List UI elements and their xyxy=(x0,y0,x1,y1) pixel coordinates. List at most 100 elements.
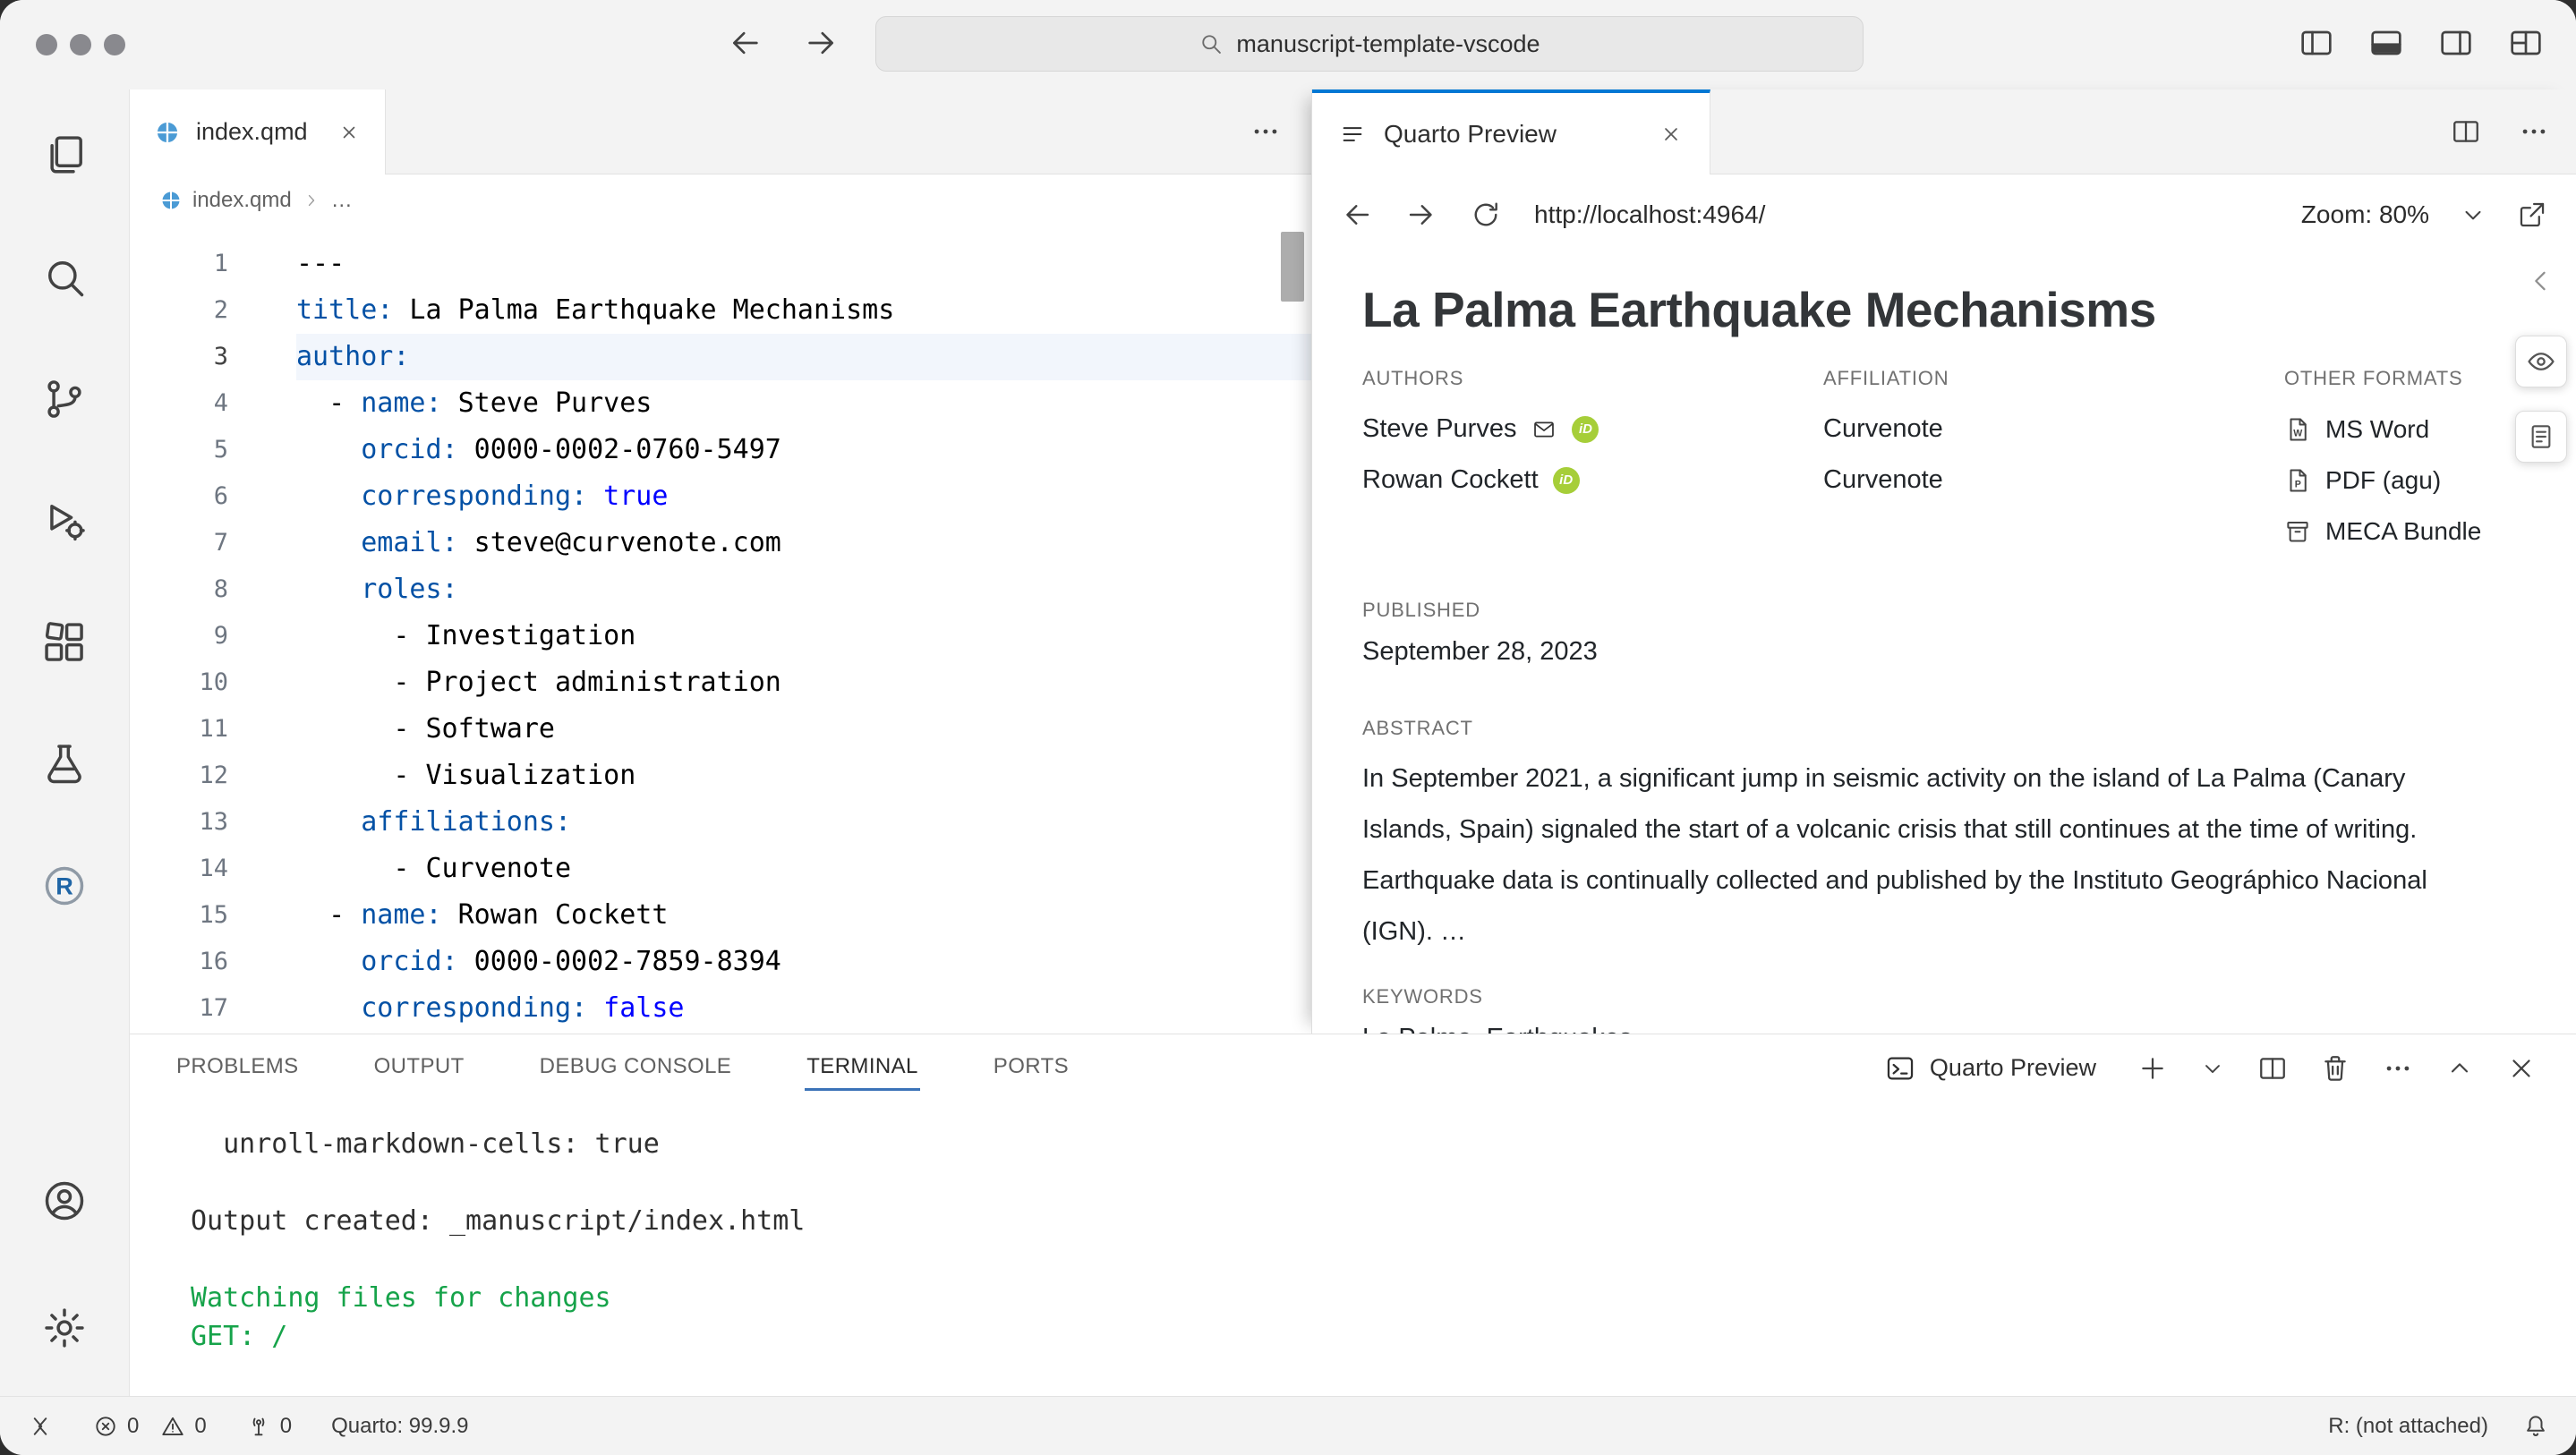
breadcrumb: index.qmd … xyxy=(130,174,1311,226)
note-icon[interactable] xyxy=(2515,411,2567,463)
format-label: MS Word xyxy=(2325,415,2429,444)
keywords-label: KEYWORDS xyxy=(1362,984,2522,1009)
tab-quarto-preview[interactable]: Quarto Preview xyxy=(1312,89,1710,174)
minimize-window-button[interactable] xyxy=(70,34,91,55)
refresh-icon[interactable] xyxy=(1470,199,1502,231)
panel-tab-terminal[interactable]: TERMINAL xyxy=(805,1045,920,1091)
code-line[interactable]: roles: xyxy=(296,566,1311,613)
code-line[interactable]: - Project administration xyxy=(296,659,1311,706)
tab-index-qmd[interactable]: index.qmd xyxy=(130,89,386,174)
close-tab-icon[interactable] xyxy=(1659,123,1683,146)
toggle-primary-sidebar-icon[interactable] xyxy=(2299,25,2334,61)
code-line[interactable]: email: steve@curvenote.com xyxy=(296,520,1311,566)
zoom-control[interactable]: Zoom: 80% xyxy=(2301,200,2429,229)
code-line[interactable]: - name: Rowan Cockett xyxy=(296,892,1311,939)
code-line[interactable]: - Software xyxy=(296,706,1311,753)
terminal-line xyxy=(191,1240,2576,1279)
split-terminal-icon[interactable] xyxy=(2257,1053,2288,1084)
mail-icon[interactable] xyxy=(1531,418,1557,441)
zoom-window-button[interactable] xyxy=(104,34,125,55)
terminal-process-item[interactable]: Quarto Preview xyxy=(1885,1053,2096,1084)
bell-icon[interactable] xyxy=(2522,1413,2549,1440)
code-line[interactable]: - name: Steve Purves xyxy=(296,380,1311,427)
close-window-button[interactable] xyxy=(36,34,57,55)
panel-tab-ports[interactable]: PORTS xyxy=(992,1045,1070,1091)
r-status[interactable]: R: (not attached) xyxy=(2328,1414,2488,1439)
testing-icon[interactable] xyxy=(20,719,109,809)
editor-more-actions-icon[interactable] xyxy=(1250,116,1281,147)
more-actions-icon[interactable] xyxy=(2519,116,2549,147)
orcid-icon[interactable]: iD xyxy=(1572,416,1599,443)
line-number: 5 xyxy=(130,427,228,473)
code-line[interactable]: - Visualization xyxy=(296,753,1311,799)
split-editor-icon[interactable] xyxy=(2451,116,2481,147)
run-and-debug-icon[interactable] xyxy=(20,476,109,566)
format-label: MECA Bundle xyxy=(2325,517,2481,546)
panel-tab-output[interactable]: OUTPUT xyxy=(372,1045,466,1091)
customize-layout-icon[interactable] xyxy=(2508,25,2544,61)
close-panel-icon[interactable] xyxy=(2506,1053,2537,1084)
open-external-icon[interactable] xyxy=(2517,200,2547,230)
eye-icon[interactable] xyxy=(2515,336,2567,387)
new-terminal-icon[interactable] xyxy=(2137,1053,2168,1084)
format-link[interactable]: W MS Word xyxy=(2284,404,2522,455)
code-editor[interactable]: 1234567891011121314151617 ---title: La P… xyxy=(130,226,1311,1034)
code-line[interactable]: - Investigation xyxy=(296,613,1311,659)
svg-text:W: W xyxy=(2293,428,2302,438)
format-label: PDF (agu) xyxy=(2325,466,2441,495)
remote-icon[interactable] xyxy=(27,1413,54,1440)
back-arrow-icon[interactable] xyxy=(727,25,763,61)
breadcrumb-item-file[interactable]: index.qmd xyxy=(192,188,292,213)
forward-arrow-icon[interactable] xyxy=(804,25,840,61)
orcid-icon[interactable]: iD xyxy=(1553,467,1580,494)
extensions-icon[interactable] xyxy=(20,598,109,687)
chevron-left-icon[interactable] xyxy=(2526,266,2556,296)
ports-status[interactable]: 0 xyxy=(246,1414,292,1439)
problems-status[interactable]: 0 0 xyxy=(93,1414,207,1439)
close-tab-icon[interactable] xyxy=(338,122,360,143)
format-link[interactable]: MECA Bundle xyxy=(2284,506,2522,557)
toggle-panel-icon[interactable] xyxy=(2368,25,2404,61)
panel-tab-problems[interactable]: PROBLEMS xyxy=(175,1045,301,1091)
maximize-panel-icon[interactable] xyxy=(2445,1054,2474,1083)
back-arrow-icon[interactable] xyxy=(1341,199,1373,231)
panel-header: PROBLEMS OUTPUT DEBUG CONSOLE TERMINAL PORTS… xyxy=(130,1034,2576,1102)
code-line[interactable]: orcid: 0000-0002-7859-8394 xyxy=(296,939,1311,985)
toggle-secondary-sidebar-icon[interactable] xyxy=(2438,25,2474,61)
kill-terminal-icon[interactable] xyxy=(2320,1053,2350,1084)
source-control-icon[interactable] xyxy=(20,354,109,444)
quarto-version-status[interactable]: Quarto: 99.9.9 xyxy=(331,1414,468,1439)
code-line[interactable]: corresponding: false xyxy=(296,985,1311,1032)
code-line[interactable]: orcid: 0000-0002-0760-5497 xyxy=(296,427,1311,473)
explorer-icon[interactable] xyxy=(20,111,109,200)
warning-count: 0 xyxy=(194,1414,206,1439)
vscode-window: manuscript-template-vscode xyxy=(0,0,2576,1455)
breadcrumb-item-more[interactable]: … xyxy=(331,188,353,213)
terminal-output[interactable]: unroll-markdown-cells: true Output creat… xyxy=(130,1102,2576,1356)
forward-arrow-icon[interactable] xyxy=(1405,199,1437,231)
activity-bar: R xyxy=(0,89,130,1396)
author-row: Steve PurvesiD xyxy=(1362,404,1823,455)
terminal-dropdown-icon[interactable] xyxy=(2200,1056,2225,1081)
code-line[interactable]: title: La Palma Earthquake Mechanisms xyxy=(296,287,1311,334)
author-affiliation: Curvenote xyxy=(1823,404,2284,455)
panel-tab-debug-console[interactable]: DEBUG CONSOLE xyxy=(538,1045,734,1091)
line-number: 15 xyxy=(130,892,228,939)
editor-scrollbar-thumb[interactable] xyxy=(1281,232,1304,302)
code-line[interactable]: author: xyxy=(296,334,1311,380)
code-line[interactable]: - Curvenote xyxy=(296,846,1311,892)
r-language-icon[interactable]: R xyxy=(20,841,109,931)
code-line[interactable]: --- xyxy=(296,241,1311,287)
search-icon[interactable] xyxy=(20,233,109,322)
account-icon[interactable] xyxy=(20,1156,109,1246)
more-actions-icon[interactable] xyxy=(2383,1053,2413,1084)
format-link[interactable]: PPDF (agu) xyxy=(2284,455,2522,506)
window-controls xyxy=(36,34,125,55)
radio-tower-icon xyxy=(246,1414,271,1439)
terminal-line: unroll-markdown-cells: true xyxy=(191,1125,2576,1163)
chevron-down-icon[interactable] xyxy=(2460,201,2486,228)
settings-gear-icon[interactable] xyxy=(20,1283,109,1373)
code-line[interactable]: affiliations: xyxy=(296,799,1311,846)
command-center-search[interactable]: manuscript-template-vscode xyxy=(875,16,1864,72)
code-line[interactable]: corresponding: true xyxy=(296,473,1311,520)
